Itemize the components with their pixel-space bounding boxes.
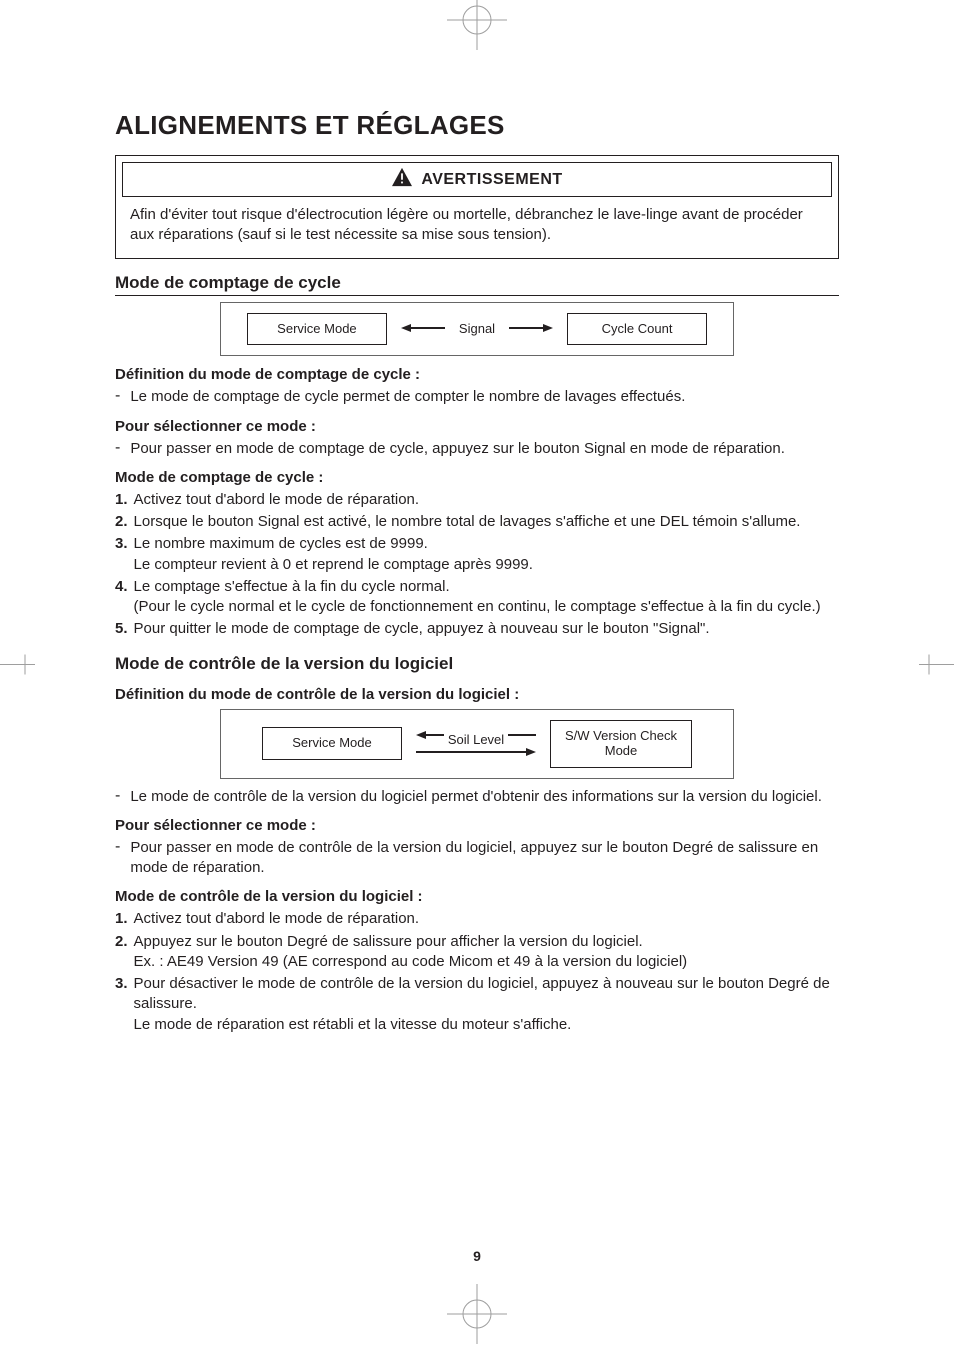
flow-box-service-mode: Service Mode (262, 727, 402, 760)
cycle-heading: Mode de comptage de cycle (115, 273, 839, 296)
sw-def-bullet: -Le mode de contrôle de la version du lo… (115, 787, 839, 807)
arrow-right-icon (509, 320, 553, 338)
warning-header: AVERTISSEMENT (122, 162, 832, 197)
cycle-def-heading: Définition du mode de comptage de cycle … (115, 366, 839, 383)
warning-icon (391, 167, 413, 192)
sw-heading: Mode de contrôle de la version du logici… (115, 654, 839, 676)
sw-steps-list: 1.Activez tout d'abord le mode de répara… (115, 909, 839, 1035)
cycle-def-bullet: -Le mode de comptage de cycle permet de … (115, 387, 839, 407)
cycle-def-body: Le mode de comptage de cycle permet de c… (130, 387, 685, 407)
list-item: 1.Activez tout d'abord le mode de répara… (115, 909, 839, 929)
dash-icon: - (115, 387, 120, 407)
flow-box-sw-version: S/W Version Check Mode (550, 720, 692, 768)
cycle-mode-heading: Mode de comptage de cycle : (115, 469, 839, 486)
dash-icon: - (115, 838, 120, 879)
cycle-sel-heading: Pour sélectionner ce mode : (115, 418, 839, 435)
arrow-left-icon (401, 320, 445, 338)
flow-box-service-mode: Service Mode (247, 313, 387, 346)
cycle-sel-body: Pour passer en mode de comptage de cycle… (130, 439, 785, 459)
sw-sel-heading: Pour sélectionner ce mode : (115, 817, 839, 834)
list-item: 2.Lorsque le bouton Signal est activé, l… (115, 512, 839, 532)
registration-tick-left (0, 650, 35, 685)
list-item: 4.Le comptage s'effectue à la fin du cyc… (115, 577, 839, 618)
sw-def-body: Le mode de contrôle de la version du log… (130, 787, 822, 807)
list-item: 3.Le nombre maximum de cycles est de 999… (115, 534, 839, 575)
page-number: 9 (0, 1248, 954, 1264)
sw-sel-body: Pour passer en mode de contrôle de la ve… (130, 838, 839, 879)
flow-mid-label: Signal (459, 321, 495, 336)
list-item: 2.Appuyez sur le bouton Degré de salissu… (115, 932, 839, 973)
sw-flow-diagram: Service Mode Soil Level S/W Version Chec… (220, 709, 734, 779)
flow-box-cycle-count: Cycle Count (567, 313, 707, 346)
list-item: 5.Pour quitter le mode de comptage de cy… (115, 619, 839, 639)
list-item: 1.Activez tout d'abord le mode de répara… (115, 490, 839, 510)
sw-sel-bullet: -Pour passer en mode de contrôle de la v… (115, 838, 839, 879)
sw-def-heading: Définition du mode de contrôle de la ver… (115, 686, 839, 703)
registration-tick-right (919, 650, 954, 685)
page-title: ALIGNEMENTS ET RÉGLAGES (115, 110, 839, 141)
warning-box: AVERTISSEMENT Afin d'éviter tout risque … (115, 155, 839, 259)
list-item: 3.Pour désactiver le mode de contrôle de… (115, 974, 839, 1035)
warning-label: AVERTISSEMENT (421, 171, 562, 189)
registration-mark-bottom (447, 1284, 507, 1344)
dash-icon: - (115, 787, 120, 807)
sw-mode-heading: Mode de contrôle de la version du logici… (115, 888, 839, 905)
dash-icon: - (115, 439, 120, 459)
registration-mark-top (447, 0, 507, 50)
cycle-sel-bullet: -Pour passer en mode de comptage de cycl… (115, 439, 839, 459)
cycle-steps-list: 1.Activez tout d'abord le mode de répara… (115, 490, 839, 640)
flow-mid-label: Soil Level (444, 732, 508, 747)
document-page: ALIGNEMENTS ET RÉGLAGES AVERTISSEMENT Af… (0, 0, 954, 1334)
warning-body: Afin d'éviter tout risque d'électrocutio… (116, 203, 838, 258)
cycle-flow-diagram: Service Mode Signal Cycle Count (220, 302, 734, 357)
flow-mid-double-arrow: Soil Level (416, 726, 536, 761)
